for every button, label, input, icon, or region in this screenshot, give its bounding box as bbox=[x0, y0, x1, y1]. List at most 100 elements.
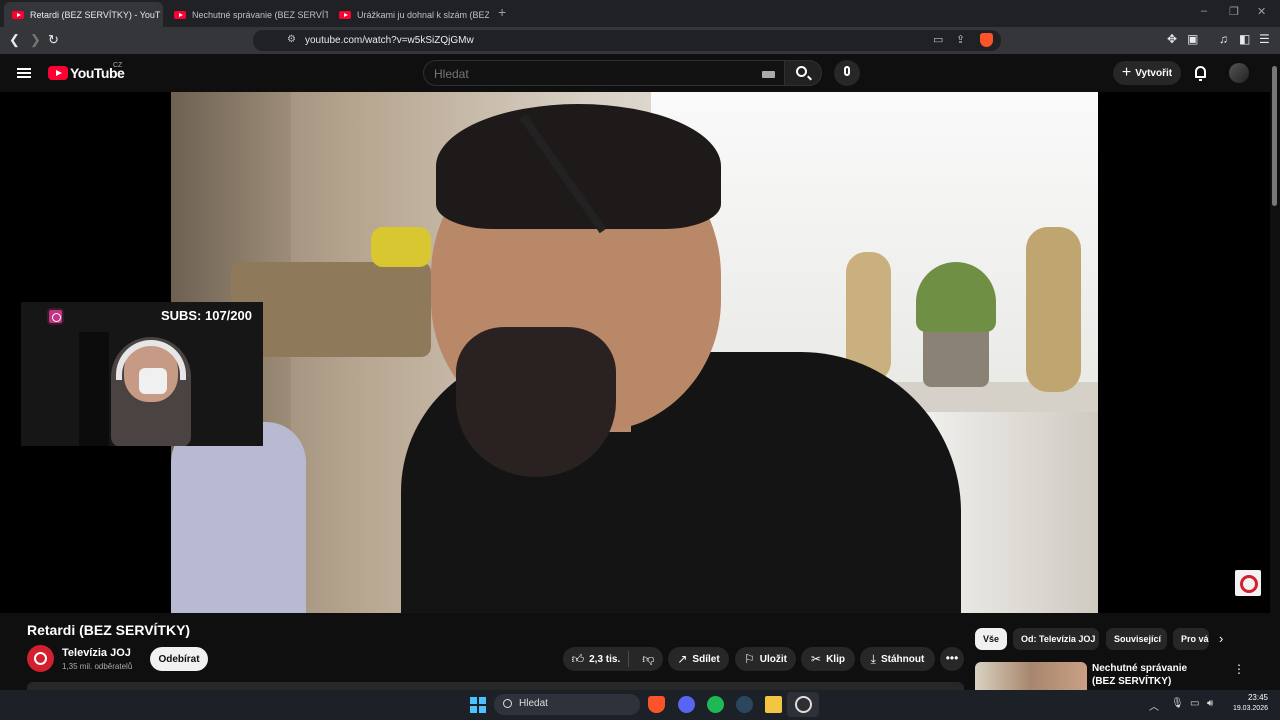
bookmark-save-icon: ⚐ bbox=[744, 652, 755, 666]
download-icon: ⤓ bbox=[870, 651, 876, 666]
youtube-logo-icon[interactable] bbox=[48, 66, 68, 80]
clock-date[interactable]: 19.03.2026 bbox=[1228, 705, 1268, 712]
extensions-icon[interactable]: ✥ bbox=[1167, 32, 1177, 46]
microphone-icon bbox=[844, 66, 850, 76]
back-icon[interactable]: ❮ bbox=[9, 32, 20, 48]
instagram-icon bbox=[47, 308, 64, 325]
download-label: Stáhnout bbox=[880, 653, 925, 665]
forward-icon[interactable]: ❯ bbox=[30, 32, 41, 48]
plus-icon: + bbox=[1121, 64, 1132, 81]
save-label: Uložit bbox=[759, 653, 787, 665]
webcam-tissue bbox=[139, 368, 167, 394]
keyboard-icon[interactable] bbox=[762, 71, 775, 78]
save-button[interactable]: ⚐ Uložit bbox=[735, 647, 796, 671]
network-icon[interactable]: ▭ bbox=[1190, 698, 1199, 709]
video-scene-beard bbox=[456, 327, 616, 477]
youtube-favicon-icon bbox=[12, 10, 24, 19]
minimize-button[interactable]: – bbox=[1201, 5, 1207, 17]
chip-related[interactable]: Související bbox=[1106, 628, 1167, 650]
address-bar[interactable]: ⚙ youtube.com/watch?v=w5kSiZQjGMw ▭ ⇪ bbox=[253, 30, 1001, 51]
steam-icon[interactable] bbox=[736, 696, 753, 713]
recommendation-thumbnail[interactable] bbox=[975, 662, 1087, 692]
taskbar-search[interactable]: Hledat bbox=[494, 694, 640, 715]
windows-start-icon[interactable] bbox=[470, 697, 486, 713]
tab-nechutne-spravanie[interactable]: Nechutné správanie (BEZ SERVÍTKY) bbox=[166, 2, 328, 27]
tab-retardi[interactable]: Retardi (BEZ SERVÍTKY) - YouT ✕ bbox=[4, 2, 163, 27]
site-info-icon[interactable]: ⚙ bbox=[287, 34, 296, 45]
search-icon bbox=[503, 699, 512, 708]
video-scene-hair bbox=[436, 104, 721, 229]
dislike-button[interactable]: 👎︎ bbox=[634, 652, 662, 667]
windows-taskbar bbox=[0, 690, 1280, 720]
subscribe-button[interactable]: Odebírat bbox=[150, 647, 208, 671]
download-button[interactable]: ⤓ Stáhnout bbox=[860, 647, 935, 671]
new-tab-button[interactable]: + bbox=[498, 4, 506, 20]
like-button[interactable]: 👍︎ 2,3 tis. bbox=[564, 651, 630, 667]
brave-icon[interactable] bbox=[648, 696, 665, 713]
video-scene-bunny-decoration bbox=[1026, 227, 1081, 392]
account-avatar[interactable] bbox=[1229, 63, 1249, 83]
browser-toolbar: ❮ ❯ ↻ ⚐ ⚙ youtube.com/watch?v=w5kSiZQjGM… bbox=[0, 27, 1280, 54]
video-scene-plant bbox=[916, 262, 996, 332]
channel-subscriber-count: 1,35 mil. odběratelů bbox=[62, 662, 133, 671]
share-label: Sdílet bbox=[692, 653, 720, 665]
video-scene-person-left bbox=[171, 422, 306, 613]
recommendation-menu-icon[interactable]: ⋮ bbox=[1233, 662, 1245, 676]
create-label: Vytvořit bbox=[1135, 67, 1173, 79]
voice-search-button[interactable] bbox=[834, 60, 860, 86]
like-dislike-group: 👍︎ 2,3 tis. 👎︎ bbox=[563, 647, 663, 671]
share-page-icon[interactable]: ⇪ bbox=[956, 33, 965, 46]
file-explorer-icon[interactable] bbox=[765, 696, 782, 713]
spotify-icon[interactable] bbox=[707, 696, 724, 713]
notifications-bell-icon[interactable] bbox=[1195, 66, 1206, 81]
thumbs-down-icon: 👎︎ bbox=[642, 651, 655, 666]
video-frame[interactable] bbox=[171, 92, 1098, 613]
chevron-right-icon[interactable]: › bbox=[1219, 631, 1223, 646]
scissors-icon: ✂ bbox=[811, 652, 822, 666]
tab-label: Retardi (BEZ SERVÍTKY) - YouT bbox=[30, 9, 161, 20]
tab-label: Nechutné správanie (BEZ SERVÍTKY) bbox=[192, 9, 328, 20]
page-scrollbar[interactable] bbox=[1270, 54, 1280, 688]
discord-icon[interactable] bbox=[678, 696, 695, 713]
search-button[interactable] bbox=[784, 60, 822, 86]
clock-time[interactable]: 23:45 bbox=[1240, 693, 1268, 702]
chip-for-you[interactable]: Pro vás bbox=[1173, 628, 1209, 650]
youtube-favicon-icon bbox=[339, 10, 351, 19]
channel-watermark-icon[interactable] bbox=[1235, 570, 1261, 596]
cast-icon[interactable]: ▭ bbox=[933, 33, 943, 46]
create-button[interactable]: + Vytvořit bbox=[1113, 61, 1181, 85]
obs-icon[interactable] bbox=[795, 696, 812, 713]
scrollbar-thumb[interactable] bbox=[1272, 66, 1277, 206]
search-input[interactable] bbox=[434, 67, 734, 81]
microphone-tray-icon[interactable]: 🎙︎ bbox=[1171, 698, 1184, 709]
recommendation-title[interactable]: Nechutné správanie (BEZ SERVÍTKY) bbox=[1092, 662, 1212, 688]
share-icon: ↗ bbox=[677, 652, 688, 666]
taskbar-search-placeholder: Hledat bbox=[519, 698, 548, 709]
country-code: CZ bbox=[113, 62, 123, 69]
volume-icon[interactable]: 🔊︎ bbox=[1207, 698, 1213, 709]
chip-from-channel[interactable]: Od: Televízia JOJ bbox=[1013, 628, 1099, 650]
brave-shields-icon[interactable] bbox=[980, 33, 993, 47]
tab-urazkami[interactable]: Urážkami ju dohnal k slzám (BEZ SER bbox=[331, 2, 489, 27]
restore-button[interactable]: ❐ bbox=[1229, 5, 1239, 18]
sidebar-toggle-icon[interactable]: ◧ bbox=[1239, 32, 1250, 46]
wallet-icon[interactable]: ▣ bbox=[1187, 32, 1198, 46]
guide-menu-icon[interactable] bbox=[17, 68, 31, 78]
video-title: Retardi (BEZ SERVÍTKY) bbox=[27, 622, 191, 638]
search-box[interactable] bbox=[423, 60, 785, 86]
chip-all[interactable]: Vše bbox=[975, 628, 1007, 650]
webcam-overlay: SUBS: 107/200 bbox=[21, 302, 263, 446]
channel-name[interactable]: Televízia JOJ bbox=[62, 647, 131, 659]
channel-avatar[interactable] bbox=[27, 645, 54, 672]
reload-icon[interactable]: ↻ bbox=[48, 32, 59, 48]
description-box[interactable] bbox=[27, 682, 964, 690]
media-icon[interactable]: ♫ bbox=[1219, 32, 1228, 46]
more-actions-button[interactable]: ••• bbox=[940, 647, 964, 671]
tab-label: Urážkami ju dohnal k slzám (BEZ SER bbox=[357, 9, 489, 20]
clip-button[interactable]: ✂ Klip bbox=[801, 647, 855, 671]
share-button[interactable]: ↗ Sdílet bbox=[668, 647, 729, 671]
tray-chevron-up-icon[interactable]: ︿ bbox=[1149, 698, 1159, 713]
url-text[interactable]: youtube.com/watch?v=w5kSiZQjGMw bbox=[305, 35, 474, 46]
browser-menu-icon[interactable]: ☰ bbox=[1259, 32, 1270, 46]
window-close-button[interactable]: ✕ bbox=[1257, 5, 1266, 18]
